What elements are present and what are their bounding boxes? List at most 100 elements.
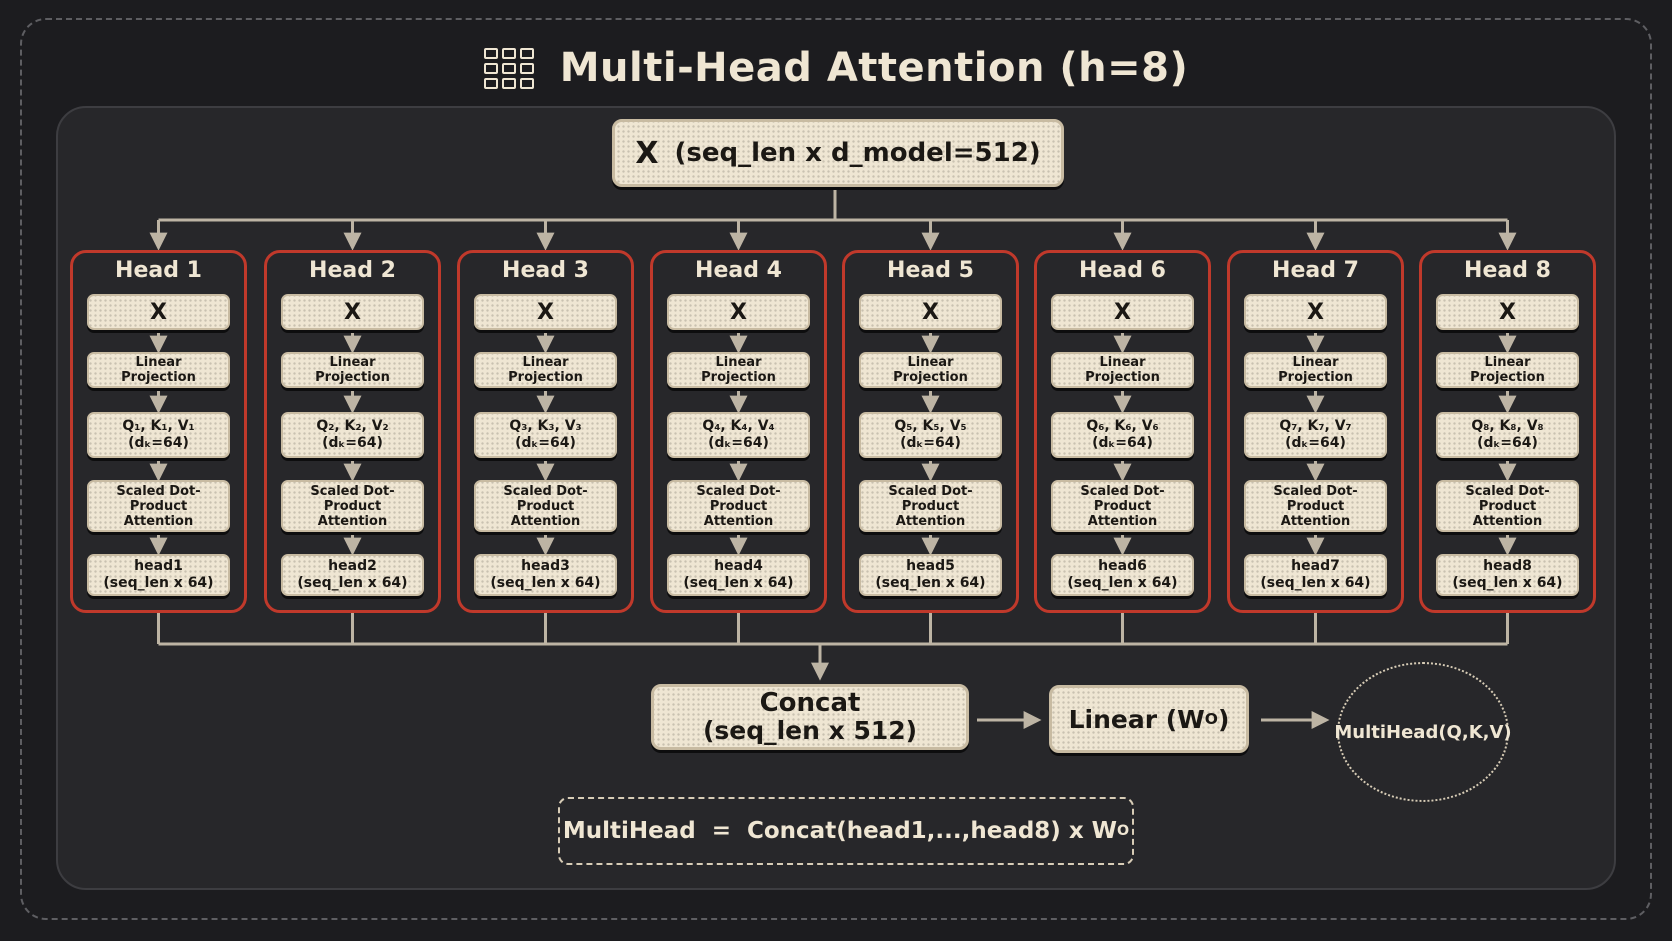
head-8-projection-box: Linear Projection (1436, 352, 1579, 388)
head-5-output-text: head5 (906, 558, 955, 574)
head-2-output_shape-text: (seq_len x 64) (297, 575, 408, 591)
head-6-output-text: head6 (1098, 558, 1147, 574)
head-8-output-text: head8 (1483, 558, 1532, 574)
head-8-input-box: X (1436, 294, 1579, 330)
formula-box: MultiHead = Concat(head1,...,head8) x WO (558, 797, 1134, 865)
head-5-dk-text: (dₖ=64) (900, 435, 961, 451)
formula-superscript: O (1117, 823, 1130, 839)
head-6-input-text: X (1114, 299, 1131, 325)
head-2-attention-text: Scaled Dot-Product Attention (310, 483, 395, 529)
head-4-output-text: head4 (714, 558, 763, 574)
linear-wo-box: Linear (W O) (1049, 685, 1249, 753)
head-4-output_shape-text: (seq_len x 64) (683, 575, 794, 591)
head-1-projection-box: Linear Projection (87, 352, 230, 388)
multihead-output-label: MultiHead(Q,K,V) (1334, 721, 1512, 743)
head-1-attention-box: Scaled Dot-Product Attention (87, 480, 230, 532)
head-7-output_shape-text: (seq_len x 64) (1260, 575, 1371, 591)
head-8-input-text: X (1499, 299, 1516, 325)
head-3-dk-text: (dₖ=64) (515, 435, 576, 451)
head-4-projection-box: Linear Projection (667, 352, 810, 388)
head-5-qkv-box: Q₅, K₅, V₅ (dₖ=64) (859, 412, 1002, 458)
head-7-qkv-box: Q₇, K₇, V₇ (dₖ=64) (1244, 412, 1387, 458)
head-5-input-box: X (859, 294, 1002, 330)
head-2-projection-text: Linear Projection (315, 355, 390, 385)
head-2-output-text: head2 (328, 558, 377, 574)
head-8-title: Head 8 (1464, 258, 1551, 283)
head-6-attention-text: Scaled Dot-Product Attention (1080, 483, 1165, 529)
head-8-output-box: head8 (seq_len x 64) (1436, 554, 1579, 596)
head-1-qkv-box: Q₁, K₁, V₁ (dₖ=64) (87, 412, 230, 458)
head-1-attention-text: Scaled Dot-Product Attention (116, 483, 201, 529)
head-2-qkv-box: Q₂, K₂, V₂ (dₖ=64) (281, 412, 424, 458)
head-2-attention-box: Scaled Dot-Product Attention (281, 480, 424, 532)
head-4-projection-text: Linear Projection (701, 355, 776, 385)
head-1-output_shape-text: (seq_len x 64) (103, 575, 214, 591)
head-3-attention-box: Scaled Dot-Product Attention (474, 480, 617, 532)
head-3-input-text: X (537, 299, 554, 325)
head-3-output_shape-text: (seq_len x 64) (490, 575, 601, 591)
head-1-qkv-text: Q₁, K₁, V₁ (122, 418, 195, 434)
head-4-dk-text: (dₖ=64) (708, 435, 769, 451)
head-7-projection-box: Linear Projection (1244, 352, 1387, 388)
head-5-projection-text: Linear Projection (893, 355, 968, 385)
head-8-qkv-box: Q₈, K₈, V₈ (dₖ=64) (1436, 412, 1579, 458)
head-6-projection-text: Linear Projection (1085, 355, 1160, 385)
head-5-projection-box: Linear Projection (859, 352, 1002, 388)
head-3-qkv-text: Q₃, K₃, V₃ (509, 418, 582, 434)
head-4-input-box: X (667, 294, 810, 330)
head-3-input-box: X (474, 294, 617, 330)
head-1-input-box: X (87, 294, 230, 330)
head-4-input-text: X (730, 299, 747, 325)
head-6-qkv-box: Q₆, K₆, V₆ (dₖ=64) (1051, 412, 1194, 458)
head-1-projection-text: Linear Projection (121, 355, 196, 385)
head-2-qkv-text: Q₂, K₂, V₂ (316, 418, 389, 434)
input-shape: (seq_len x d_model=512) (674, 138, 1041, 168)
head-1-output-box: head1 (seq_len x 64) (87, 554, 230, 596)
head-5-output_shape-text: (seq_len x 64) (875, 575, 986, 591)
head-3-title: Head 3 (502, 258, 589, 283)
head-6-qkv-text: Q₆, K₆, V₆ (1086, 418, 1159, 434)
head-1-dk-text: (dₖ=64) (128, 435, 189, 451)
concat-label: Concat (759, 688, 861, 718)
head-3-qkv-box: Q₃, K₃, V₃ (dₖ=64) (474, 412, 617, 458)
head-8-qkv-text: Q₈, K₈, V₈ (1471, 418, 1544, 434)
head-2-title: Head 2 (309, 258, 396, 283)
linear-superscript: O (1204, 710, 1218, 728)
head-1-input-text: X (150, 299, 167, 325)
head-7-output-text: head7 (1291, 558, 1340, 574)
head-8-output_shape-text: (seq_len x 64) (1452, 575, 1563, 591)
head-5-qkv-text: Q₅, K₅, V₅ (894, 418, 967, 434)
head-3-projection-text: Linear Projection (508, 355, 583, 385)
head-8-projection-text: Linear Projection (1470, 355, 1545, 385)
head-4-qkv-text: Q₄, K₄, V₄ (702, 418, 775, 434)
head-7-dk-text: (dₖ=64) (1285, 435, 1346, 451)
head-6-projection-box: Linear Projection (1051, 352, 1194, 388)
head-4-title: Head 4 (695, 258, 782, 283)
head-7-attention-text: Scaled Dot-Product Attention (1273, 483, 1358, 529)
head-8-attention-box: Scaled Dot-Product Attention (1436, 480, 1579, 532)
formula-text: MultiHead = Concat(head1,...,head8) x W (562, 818, 1118, 844)
input-symbol: X (635, 135, 659, 171)
head-2-dk-text: (dₖ=64) (322, 435, 383, 451)
linear-label: Linear (W (1068, 704, 1205, 734)
head-2-input-text: X (344, 299, 361, 325)
concat-shape: (seq_len x 512) (702, 716, 918, 745)
head-8-attention-text: Scaled Dot-Product Attention (1465, 483, 1550, 529)
input-x-box: X (seq_len x d_model=512) (612, 119, 1064, 187)
head-3-output-text: head3 (521, 558, 570, 574)
head-5-title: Head 5 (887, 258, 974, 283)
head-7-title: Head 7 (1272, 258, 1359, 283)
head-7-attention-box: Scaled Dot-Product Attention (1244, 480, 1387, 532)
head-6-title: Head 6 (1079, 258, 1166, 283)
head-3-projection-box: Linear Projection (474, 352, 617, 388)
head-7-projection-text: Linear Projection (1278, 355, 1353, 385)
head-7-input-box: X (1244, 294, 1387, 330)
head-6-output-box: head6 (seq_len x 64) (1051, 554, 1194, 596)
head-1-title: Head 1 (115, 258, 202, 283)
head-2-input-box: X (281, 294, 424, 330)
head-2-projection-box: Linear Projection (281, 352, 424, 388)
head-3-attention-text: Scaled Dot-Product Attention (503, 483, 588, 529)
head-3-output-box: head3 (seq_len x 64) (474, 554, 617, 596)
head-2-output-box: head2 (seq_len x 64) (281, 554, 424, 596)
head-6-output_shape-text: (seq_len x 64) (1067, 575, 1178, 591)
